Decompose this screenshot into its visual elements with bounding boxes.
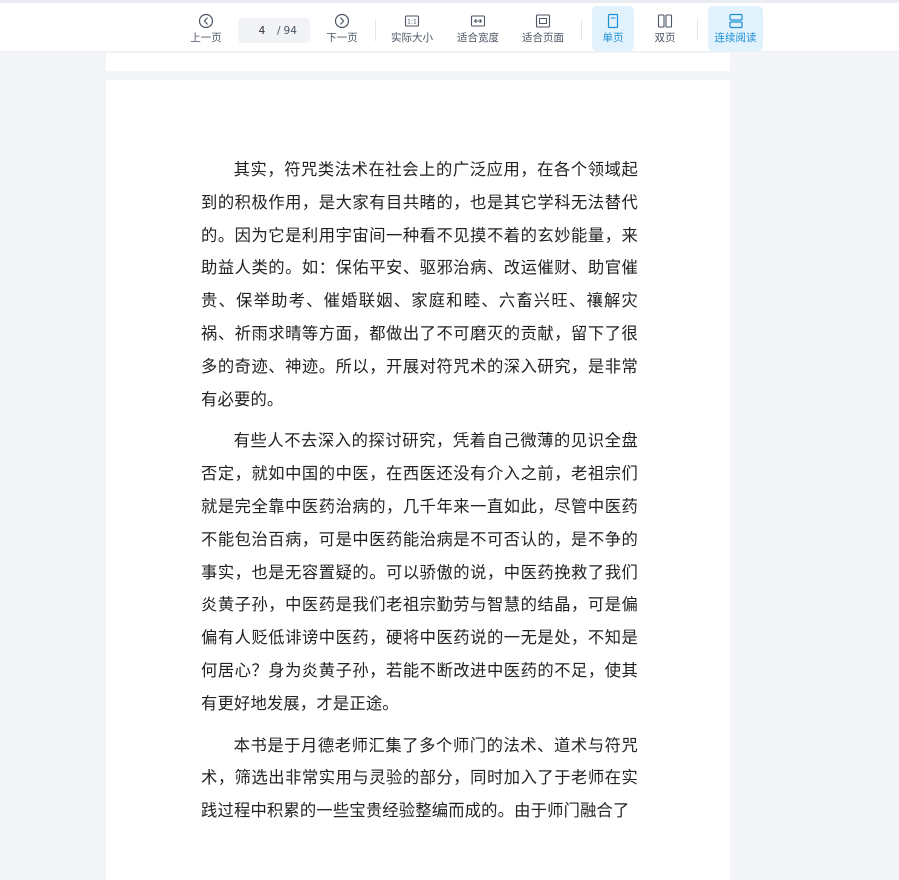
page-content: 其实，符咒类法术在社会上的广泛应用，在各个领域起到的积极作用，是大家有目共睹的，… xyxy=(201,154,638,828)
chevron-right-circle-icon xyxy=(334,13,350,29)
svg-text:1:1: 1:1 xyxy=(407,19,417,26)
paragraph: 本书是于月德老师汇集了多个师门的法术、道术与符咒术，筛选出非常实用与灵验的部分，… xyxy=(201,735,638,821)
total-pages: 94 xyxy=(283,24,297,37)
fit-page-icon xyxy=(535,14,551,28)
fit-width-icon xyxy=(470,15,486,27)
current-page-input[interactable] xyxy=(251,24,273,37)
single-page-label: 单页 xyxy=(602,32,624,44)
prev-page-button[interactable]: 上一页 xyxy=(186,6,226,51)
prev-page-label: 上一页 xyxy=(190,32,222,44)
continuous-reading-label: 连续阅读 xyxy=(714,32,757,44)
double-page-button[interactable]: 双页 xyxy=(645,6,685,51)
fit-page-button[interactable]: 适合页面 xyxy=(519,6,567,51)
toolbar-divider xyxy=(375,19,376,41)
paragraph: 有些人不去深入的探讨研究，凭着自己微薄的见识全盘否定，就如中国的中医，在西医还没… xyxy=(201,431,638,713)
reader-toolbar: 上一页 / 94 下一页 1:1 实际大小 适合宽度 适合页面 xyxy=(0,0,899,52)
toolbar-divider xyxy=(581,19,582,41)
fit-width-label: 适合宽度 xyxy=(457,32,499,44)
page-indicator: / 94 xyxy=(238,18,310,43)
fit-page-label: 适合页面 xyxy=(522,32,564,44)
next-page-button[interactable]: 下一页 xyxy=(322,6,362,51)
next-page-label: 下一页 xyxy=(326,32,358,44)
fit-width-button[interactable]: 适合宽度 xyxy=(454,6,502,51)
actual-size-button[interactable]: 1:1 实际大小 xyxy=(388,6,436,51)
paragraph: 其实，符咒类法术在社会上的广泛应用，在各个领域起到的积极作用，是大家有目共睹的，… xyxy=(201,160,638,409)
single-page-icon xyxy=(607,13,619,29)
double-page-icon xyxy=(657,14,673,28)
continuous-reading-button[interactable]: 连续阅读 xyxy=(708,6,763,51)
continuous-reading-icon xyxy=(728,13,743,29)
toolbar-divider xyxy=(697,19,698,41)
single-page-button[interactable]: 单页 xyxy=(592,6,634,51)
page-separator: / xyxy=(277,24,281,37)
double-page-label: 双页 xyxy=(654,32,676,44)
chevron-left-circle-icon xyxy=(198,13,214,29)
actual-size-icon: 1:1 xyxy=(404,15,420,27)
previous-page-edge xyxy=(106,53,730,71)
actual-size-label: 实际大小 xyxy=(391,32,433,44)
